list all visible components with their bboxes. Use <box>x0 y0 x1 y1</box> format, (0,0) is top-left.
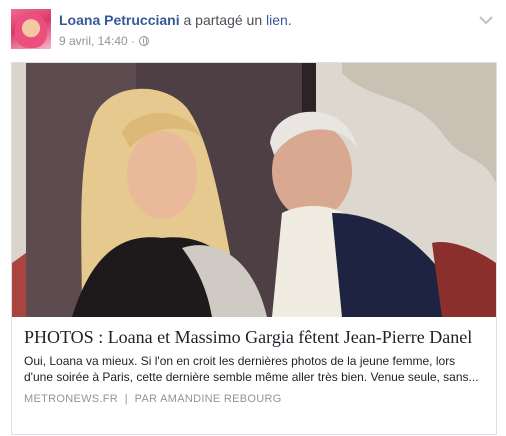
post-header: Loana Petrucciani a partagé un lien. <box>59 12 292 28</box>
source-separator: | <box>118 393 135 405</box>
link-title[interactable]: PHOTOS : Loana et Massimo Gargia fêtent … <box>24 326 484 348</box>
globe-icon[interactable] <box>139 36 150 46</box>
chevron-down-icon[interactable] <box>478 14 494 26</box>
link-source: METRONEWS.FR | PAR AMANDINE REBOURG <box>24 393 484 405</box>
post-timestamp[interactable]: 9 avril, 14:40 <box>59 34 128 48</box>
action-end: . <box>287 12 292 28</box>
link-preview-card[interactable]: PHOTOS : Loana et Massimo Gargia fêtent … <box>11 62 497 435</box>
link-description: Oui, Loana va mieux. Si l'on en croit le… <box>24 354 479 384</box>
facebook-post: Loana Petrucciani a partagé un lien. 9 a… <box>0 0 506 436</box>
post-meta: 9 avril, 14:40 · <box>59 34 150 48</box>
author-name-link[interactable]: Loana Petrucciani <box>59 12 180 28</box>
link-preview-image[interactable] <box>12 63 496 317</box>
source-domain: METRONEWS.FR <box>24 393 119 405</box>
source-byline: PAR AMANDINE REBOURG <box>134 393 282 405</box>
shared-link-word[interactable]: lien <box>266 12 288 28</box>
link-preview-text[interactable]: PHOTOS : Loana et Massimo Gargia fêtent … <box>12 317 496 434</box>
action-text: a partagé un <box>179 12 266 28</box>
preview-photo-illustration <box>12 63 496 317</box>
meta-separator: · <box>127 34 139 48</box>
author-avatar[interactable] <box>11 9 51 49</box>
avatar-portrait <box>15 12 47 48</box>
